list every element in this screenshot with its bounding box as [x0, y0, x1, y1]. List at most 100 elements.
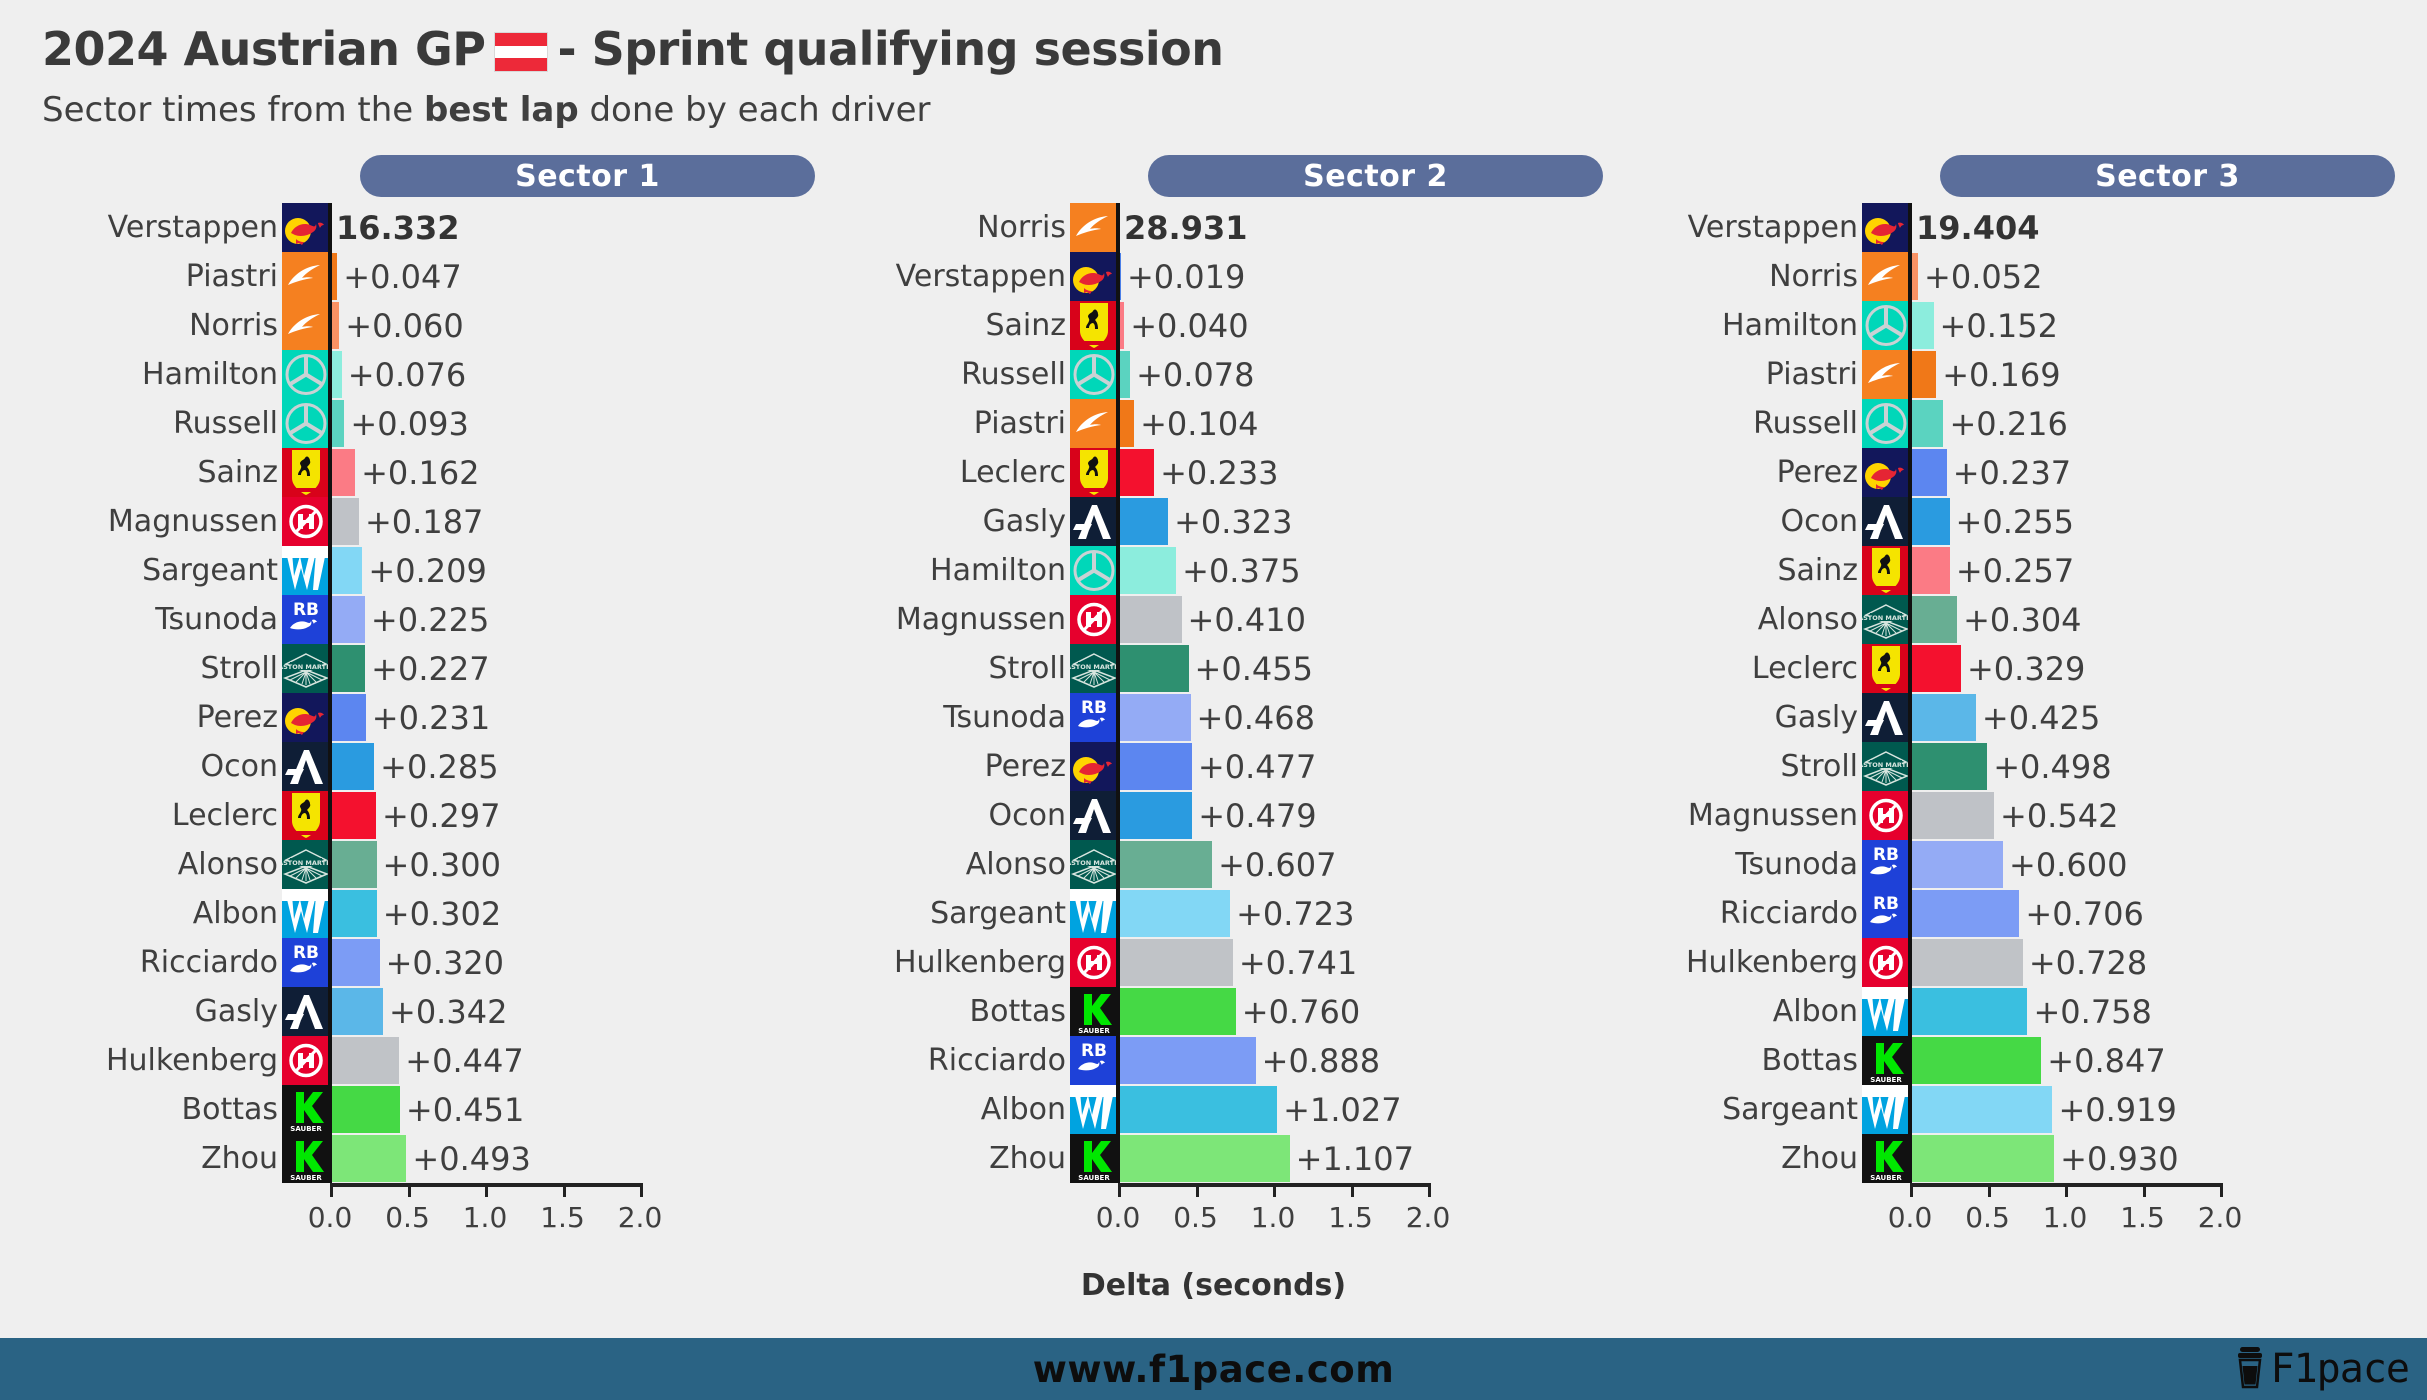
williams-logo-icon [1862, 1085, 1910, 1134]
sauber-logo-icon: SAUBER [1070, 1134, 1118, 1183]
footer-brand-text: F1pace [2270, 1346, 2410, 1392]
footer-url[interactable]: www.f1pace.com [0, 1338, 2427, 1400]
driver-row: Russell +0.216 [1590, 399, 2385, 448]
bar-area: +0.760 [1118, 987, 1593, 1036]
driver-name: Sargeant [1722, 1091, 1858, 1127]
alpine-logo-icon [1862, 693, 1910, 742]
delta-label: +0.342 [389, 992, 508, 1031]
driver-row: Stroll ASTON MARTIN +0.227 [10, 644, 805, 693]
driver-name: Magnussen [107, 503, 278, 539]
driver-name: Tsunoda [155, 601, 278, 637]
driver-row: Hamilton +0.076 [10, 350, 805, 399]
x-axis-tick-label: 2.0 [617, 1201, 663, 1234]
x-axis-tick [1273, 1183, 1276, 1197]
delta-bar [1910, 449, 1947, 496]
driver-row: Perez +0.237 [1590, 448, 2385, 497]
sector-1-plot: Verstappen 16.332 Piastri +0.047 Norris +0… [10, 203, 805, 1235]
bar-area: +0.323 [1118, 497, 1593, 546]
haas-logo-icon [1862, 938, 1910, 987]
driver-name: Hulkenberg [893, 944, 1066, 980]
delta-bar [330, 596, 365, 643]
bar-area: +0.468 [1118, 693, 1593, 742]
bar-area: +0.231 [330, 693, 805, 742]
x-axis-tick-label: 0.5 [1965, 1201, 2010, 1234]
williams-logo-icon [282, 889, 330, 938]
bar-area: +0.233 [1118, 448, 1593, 497]
delta-label: +0.320 [385, 943, 505, 982]
bar-area: +0.285 [330, 742, 805, 791]
driver-name: Piastri [185, 258, 278, 294]
delta-bar [1910, 547, 1950, 594]
driver-name: Ricciardo [1719, 895, 1858, 931]
delta-label: +0.455 [1194, 649, 1313, 688]
delta-label: +0.019 [1126, 257, 1246, 296]
x-axis-tick-label: 1.0 [462, 1201, 508, 1234]
driver-row: Sargeant +0.919 [1590, 1085, 2385, 1134]
delta-label: +0.187 [364, 502, 484, 541]
svg-text:ASTON MARTIN: ASTON MARTIN [282, 859, 330, 867]
bar-area: +0.104 [1118, 399, 1593, 448]
driver-row: Verstappen +0.019 [798, 252, 1593, 301]
delta-bar [330, 1086, 400, 1133]
delta-bar [1910, 939, 2023, 986]
delta-bar [330, 645, 366, 692]
bar-area: +0.047 [330, 252, 805, 301]
x-axis-tick [1428, 1183, 1431, 1197]
delta-bar [1910, 1086, 2053, 1133]
x-axis-tick [2220, 1183, 2223, 1197]
svg-text:ASTON MARTIN: ASTON MARTIN [1862, 614, 1910, 622]
x-axis-label: Delta (seconds) [1080, 1268, 1347, 1303]
x-axis-tick [485, 1183, 488, 1197]
driver-name: Ricciardo [927, 1042, 1066, 1078]
delta-bar [330, 694, 366, 741]
delta-bar [1910, 694, 1976, 741]
driver-name: Hulkenberg [105, 1042, 278, 1078]
haas-logo-icon [282, 497, 330, 546]
driver-name: Sainz [1777, 552, 1858, 588]
delta-bar [330, 1037, 400, 1084]
bar-area: +0.919 [1910, 1085, 2385, 1134]
bar-area: 19.404 [1910, 203, 2385, 252]
sauber-logo-icon: SAUBER [1862, 1036, 1910, 1085]
bar-area: +0.451 [330, 1085, 805, 1134]
ferrari-logo-icon [1862, 546, 1910, 595]
driver-name: Tsunoda [1735, 846, 1858, 882]
mercedes-logo-icon [1862, 399, 1910, 448]
driver-row: Tsunoda RB +0.225 [10, 595, 805, 644]
x-axis-tick [2065, 1183, 2068, 1197]
driver-name: Stroll [200, 650, 278, 686]
driver-row: Magnussen +0.542 [1590, 791, 2385, 840]
delta-label: +0.375 [1182, 551, 1301, 590]
svg-text:RB: RB [1081, 698, 1107, 718]
driver-name: Ocon [1780, 503, 1858, 539]
bar-area: +0.152 [1910, 301, 2385, 350]
redbull-logo-icon [1070, 252, 1118, 301]
delta-label: +0.225 [370, 600, 490, 639]
delta-bar [330, 1135, 407, 1182]
sector-2-rows: Norris 28.931 Verstappen +0.019 Sainz +0.0… [798, 203, 1593, 1183]
driver-name: Gasly [1774, 699, 1858, 735]
driver-row: Ocon +0.285 [10, 742, 805, 791]
delta-bar [1118, 596, 1182, 643]
delta-bar [1118, 449, 1155, 496]
x-axis-tick-label: 0.5 [1173, 1201, 1218, 1234]
driver-name: Russell [1753, 405, 1858, 441]
delta-bar [1118, 547, 1177, 594]
bar-area: +0.425 [1910, 693, 2385, 742]
sector-3-panel: Sector 3 Verstappen 19.404 Norris +0.052 H… [1590, 155, 2395, 1235]
driver-name: Magnussen [895, 601, 1066, 637]
sector-2-title: Sector 2 [1148, 155, 1603, 197]
delta-bar [1118, 1037, 1256, 1084]
driver-name: Stroll [988, 650, 1066, 686]
delta-label: +0.060 [345, 306, 464, 345]
driver-row: Ocon +0.255 [1590, 497, 2385, 546]
delta-bar [330, 547, 363, 594]
delta-bar [1118, 498, 1169, 545]
alpine-logo-icon [282, 987, 330, 1036]
footer-brand-logo: F1pace [2233, 1338, 2410, 1400]
driver-row: Perez +0.477 [798, 742, 1593, 791]
driver-row: Zhou SAUBER +0.930 [1590, 1134, 2385, 1183]
driver-row: Alonso ASTON MARTIN +0.607 [798, 840, 1593, 889]
leader-time-label: 28.931 [1124, 208, 1248, 247]
x-axis-tick-label: 1.0 [2042, 1201, 2088, 1234]
